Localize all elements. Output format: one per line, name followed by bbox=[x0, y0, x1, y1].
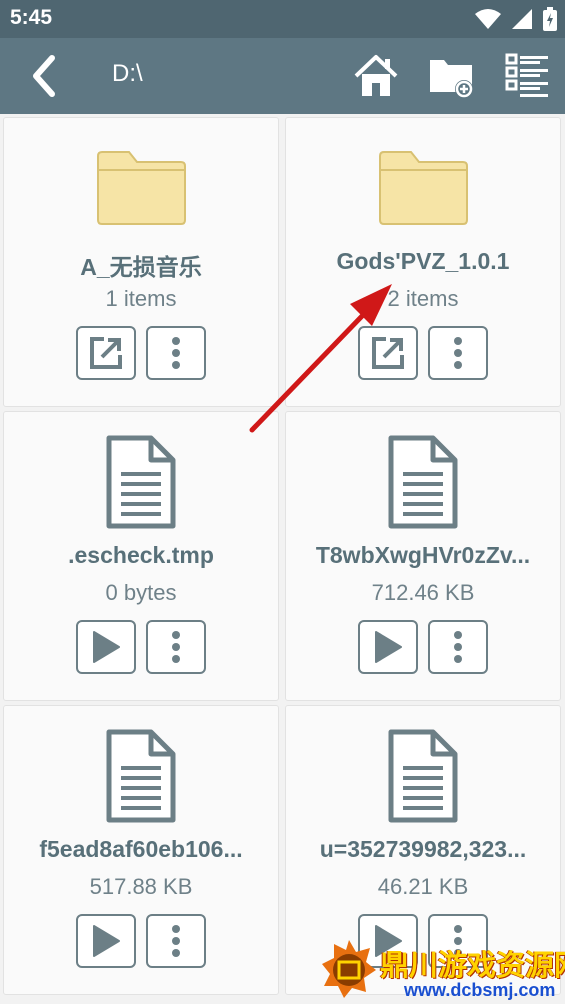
play-icon bbox=[375, 631, 402, 663]
status-icons bbox=[475, 7, 557, 31]
more-options-button[interactable] bbox=[146, 326, 206, 380]
more-vert-icon bbox=[172, 925, 180, 957]
toolbar: D:\ bbox=[0, 38, 565, 114]
watermark: 鼎川游戏资源网 www.dcbsmj.com bbox=[318, 932, 565, 1004]
more-vert-icon bbox=[454, 631, 462, 663]
file-meta: 2 items bbox=[387, 286, 459, 311]
file-name: A_无损音乐 bbox=[80, 254, 202, 280]
more-vert-icon bbox=[172, 631, 180, 663]
more-options-button[interactable] bbox=[428, 620, 488, 674]
wifi-icon bbox=[475, 9, 501, 29]
file-name: .escheck.tmp bbox=[68, 542, 214, 568]
file-card-file[interactable]: f5ead8af60eb106... 517.88 KB bbox=[3, 705, 279, 995]
file-name: Gods'PVZ_1.0.1 bbox=[336, 248, 510, 274]
document-icon bbox=[388, 435, 458, 529]
status-bar: 5:45 bbox=[0, 0, 565, 38]
play-icon bbox=[93, 925, 120, 957]
more-vert-icon bbox=[172, 337, 180, 369]
watermark-logo-icon bbox=[322, 940, 376, 998]
file-name: f5ead8af60eb106... bbox=[39, 836, 243, 862]
view-list-icon[interactable] bbox=[504, 52, 552, 100]
file-name: u=352739982,323... bbox=[319, 836, 527, 862]
more-options-button[interactable] bbox=[146, 620, 206, 674]
open-external-icon bbox=[90, 337, 122, 369]
file-meta: 46.21 KB bbox=[377, 874, 469, 899]
open-external-button[interactable] bbox=[76, 326, 136, 380]
file-meta: 1 items bbox=[105, 286, 177, 311]
more-options-button[interactable] bbox=[146, 914, 206, 968]
open-external-button[interactable] bbox=[358, 326, 418, 380]
new-folder-icon[interactable] bbox=[428, 52, 476, 100]
play-icon bbox=[93, 631, 120, 663]
current-path: D:\ bbox=[112, 60, 143, 87]
file-card-file[interactable]: .escheck.tmp 0 bytes bbox=[3, 411, 279, 701]
more-vert-icon bbox=[454, 337, 462, 369]
watermark-title: 鼎川游戏资源网 bbox=[380, 948, 565, 982]
more-options-button[interactable] bbox=[428, 326, 488, 380]
folder-icon bbox=[379, 151, 468, 225]
document-icon bbox=[106, 435, 176, 529]
battery-icon bbox=[543, 7, 557, 31]
file-card-folder[interactable]: Gods'PVZ_1.0.1 2 items bbox=[285, 117, 561, 407]
back-icon[interactable] bbox=[24, 54, 68, 98]
file-meta: 0 bytes bbox=[105, 580, 177, 605]
play-button[interactable] bbox=[76, 620, 136, 674]
file-card-file[interactable]: T8wbXwgHVr0zZv... 712.46 KB bbox=[285, 411, 561, 701]
file-card-folder[interactable]: A_无损音乐 1 items bbox=[3, 117, 279, 407]
watermark-url: www.dcbsmj.com bbox=[404, 980, 556, 1000]
document-icon bbox=[388, 729, 458, 823]
play-button[interactable] bbox=[76, 914, 136, 968]
file-grid: A_无损音乐 1 items Gods'PVZ_1.0.1 2 items .e… bbox=[0, 114, 565, 1004]
open-external-icon bbox=[372, 337, 404, 369]
file-meta: 517.88 KB bbox=[89, 874, 193, 899]
file-name: T8wbXwgHVr0zZv... bbox=[315, 542, 531, 568]
file-meta: 712.46 KB bbox=[371, 580, 475, 605]
home-icon[interactable] bbox=[352, 52, 400, 100]
status-time: 5:45 bbox=[10, 6, 53, 29]
cell-signal-icon bbox=[512, 9, 532, 29]
document-icon bbox=[106, 729, 176, 823]
folder-icon bbox=[97, 151, 186, 225]
play-button[interactable] bbox=[358, 620, 418, 674]
